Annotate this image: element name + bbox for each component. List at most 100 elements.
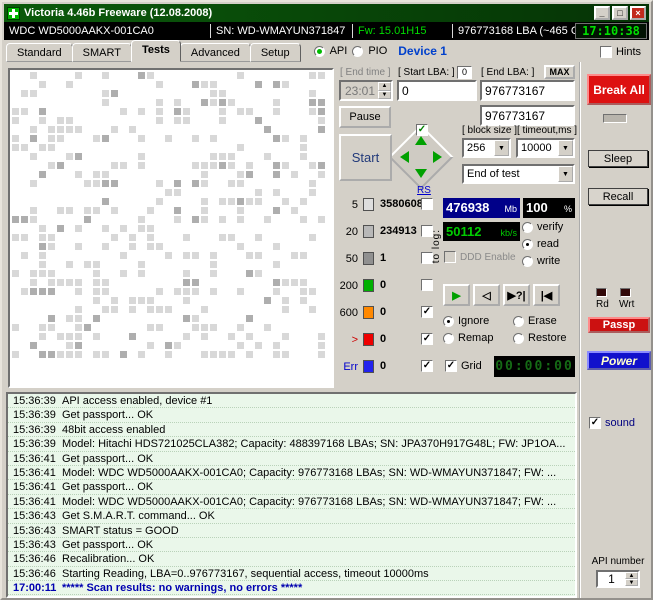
recall-button[interactable]: Recall [588,188,648,205]
scan-cell [291,234,298,241]
spin-down-icon[interactable]: ▼ [378,90,391,99]
dpad-left-icon[interactable] [400,151,409,163]
tab-tests[interactable]: Tests [130,40,181,62]
grid-checkbox[interactable]: ✓ [445,360,457,372]
close-icon: × [635,8,641,18]
timeout-select[interactable]: 10000 ▼ [516,138,575,158]
sound-checkbox[interactable]: ✓ [589,417,601,429]
dropdown-icon[interactable]: ▼ [558,140,573,156]
action-erase[interactable]: Erase [513,315,577,327]
scan-cell [174,297,181,304]
scan-cell [156,162,163,169]
api-radio[interactable] [313,45,325,57]
scan-cell [282,153,289,160]
action-remap[interactable]: Remap [443,332,513,344]
to-log-checkbox[interactable]: ✓ [421,360,433,372]
scan-cell [12,351,19,358]
scan-cell [201,162,208,169]
scan-cell [75,288,82,295]
start-lba-input[interactable]: 0 [397,80,477,101]
power-button[interactable]: Power [587,351,651,370]
scan-cell [129,108,136,115]
scan-cell [120,198,127,205]
scan-cell [129,261,136,268]
spin-down-icon[interactable]: ▼ [625,579,638,586]
scan-cell [93,117,100,124]
ddd-checkbox[interactable]: ✓ [444,251,456,263]
maximize-button[interactable]: □ [612,6,628,20]
to-log-checkbox[interactable]: ✓ [421,279,433,291]
scan-cell [174,306,181,313]
pio-radio[interactable] [352,45,364,57]
scan-cell [12,90,19,97]
start-button[interactable]: Start [339,134,392,181]
scan-cell [309,117,316,124]
tab-advanced[interactable]: Advanced [179,43,251,62]
break-all-button[interactable]: Break All [587,74,651,105]
tab-standard[interactable]: Standard [6,43,73,62]
scan-cell [282,360,289,367]
rw-mode-read[interactable]: read [522,238,563,250]
dpad-up-icon[interactable] [415,136,427,145]
scan-cell [120,72,127,79]
tab-smart[interactable]: SMART [71,43,132,62]
rw-mode-verify[interactable]: verify [522,221,563,233]
scan-cell [12,315,19,322]
grid-toggle[interactable]: ✓ Grid [445,360,482,372]
scan-cell [84,90,91,97]
play-button[interactable]: ▶ [443,284,470,306]
rw-mode-write[interactable]: write [522,255,563,267]
navigation-dpad[interactable] [388,124,454,190]
dpad-down-icon[interactable] [415,169,427,178]
rs-label[interactable]: RS [417,185,431,196]
scan-cell [66,378,73,385]
log-entry-text: Get passport... OK [62,538,154,551]
scan-cell [291,189,298,196]
spin-up-icon[interactable]: ▲ [625,572,638,579]
action-ignore[interactable]: Ignore [443,315,513,327]
end-time-spinner[interactable]: 23:01 ▲ ▼ [339,80,393,101]
scan-cell [237,153,244,160]
scan-cell [57,99,64,106]
passport-button[interactable]: Passp [588,317,650,333]
step-back-button[interactable]: ◁ [473,284,500,306]
dropdown-icon[interactable]: ▼ [558,166,573,182]
scan-cell [192,189,199,196]
seek-check-button[interactable]: ▶?| [503,284,530,306]
sleep-button[interactable]: Sleep [588,150,648,167]
api-number-label: API number [591,556,645,567]
to-log-checkbox[interactable]: ✓ [421,333,433,345]
hints-checkbox[interactable]: ✓ [599,46,612,58]
to-log-checkbox[interactable]: ✓ [421,306,433,318]
action-restore[interactable]: Restore [513,332,577,344]
spin-up-icon[interactable]: ▲ [378,82,391,91]
pause-button[interactable]: Pause [339,106,391,128]
block-size-select[interactable]: 256 ▼ [462,138,511,158]
ddd-enable-toggle[interactable]: ✓ DDD Enable [444,251,516,263]
api-number-spinner[interactable]: 1 ▲ ▼ [596,570,640,588]
dpad-right-icon[interactable] [433,151,442,163]
end-lba-input[interactable]: 976773167 [480,80,575,101]
minimize-button[interactable]: _ [594,6,610,20]
scan-cell [111,81,118,88]
log-area[interactable]: 15:36:39 API access enabled, device #1 15:… [6,392,577,598]
end-of-test-select[interactable]: End of test ▼ [462,164,575,184]
close-button[interactable]: × [630,6,646,20]
current-end-lba-input[interactable]: 976773167 [480,105,575,126]
scan-cell [57,351,64,358]
dpad-checkbox[interactable]: ✓ [416,124,428,136]
rewind-button[interactable]: |◀ [533,284,560,306]
sound-toggle[interactable]: ✓ sound [589,417,635,429]
dropdown-icon[interactable]: ▼ [494,140,509,156]
scan-cell [147,90,154,97]
scan-cell [210,378,217,385]
scan-cell [246,225,253,232]
title-bar[interactable]: Victoria 4.46b Freeware (12.08.2008) _ □… [4,4,649,22]
to-log-checkbox[interactable]: ✓ [421,198,433,210]
scan-cell [138,234,145,241]
scan-cell [30,117,37,124]
hints-toggle[interactable]: ✓ Hints [599,46,649,62]
max-button[interactable]: MAX [544,65,575,79]
tab-setup[interactable]: Setup [249,43,301,62]
scan-cell [111,351,118,358]
